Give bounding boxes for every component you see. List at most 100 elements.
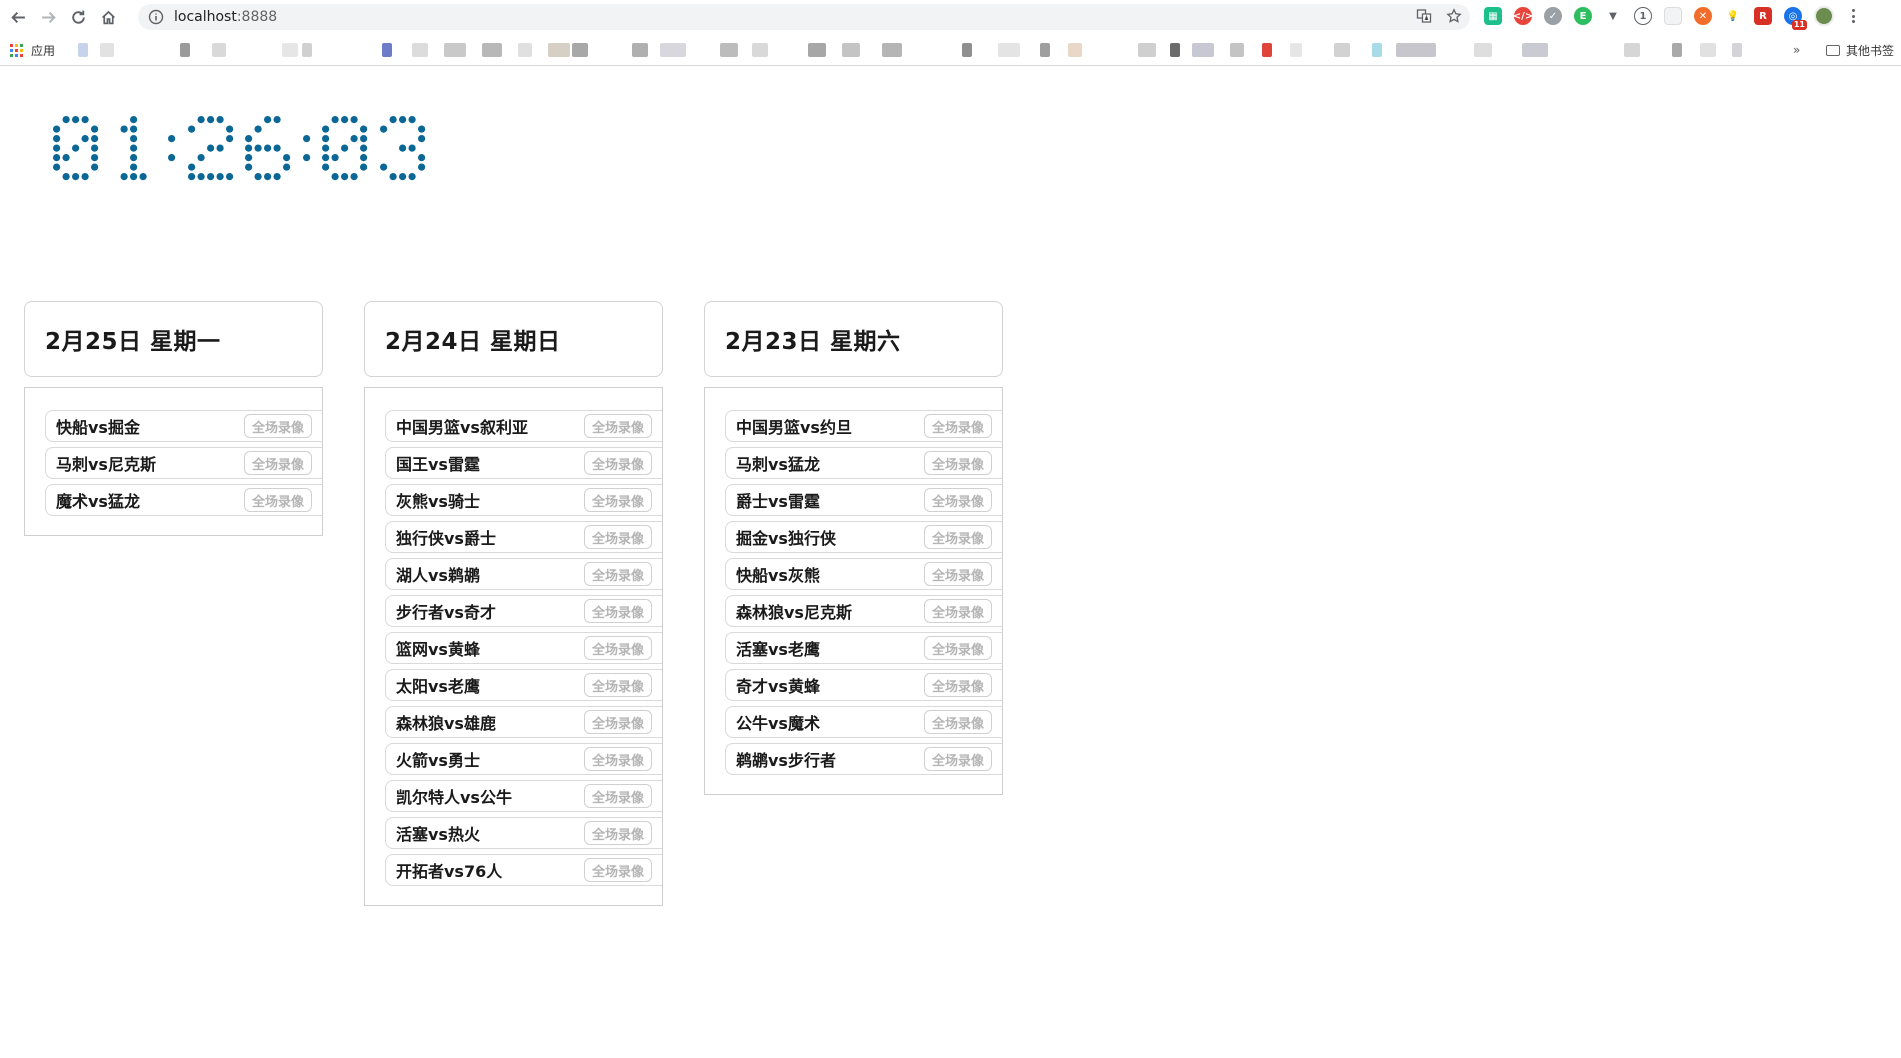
info-icon[interactable]	[148, 9, 164, 25]
full-replay-button[interactable]: 全场录像	[584, 599, 652, 623]
full-replay-button[interactable]: 全场录像	[244, 414, 312, 438]
bookmark-item[interactable]	[1372, 43, 1382, 57]
more-bookmarks-button[interactable]: »	[1793, 43, 1800, 57]
bookmark-item[interactable]	[572, 43, 588, 57]
grid-extension-icon[interactable]: ▦	[1484, 7, 1502, 25]
check-extension-icon[interactable]: ✓	[1544, 7, 1562, 25]
bookmark-item[interactable]	[1474, 43, 1492, 57]
full-replay-button[interactable]: 全场录像	[924, 599, 992, 623]
star-icon[interactable]	[1446, 8, 1462, 24]
home-button[interactable]	[96, 5, 120, 29]
full-replay-button[interactable]: 全场录像	[584, 488, 652, 512]
game-row[interactable]: 凯尔特人vs公牛 全场录像	[385, 780, 662, 812]
bookmark-item[interactable]	[1624, 43, 1640, 57]
full-replay-button[interactable]: 全场录像	[584, 784, 652, 808]
full-replay-button[interactable]: 全场录像	[584, 414, 652, 438]
game-row[interactable]: 开拓者vs76人 全场录像	[385, 854, 662, 886]
bookmark-item[interactable]	[1290, 43, 1302, 57]
one-extension-icon[interactable]: 1	[1634, 7, 1652, 25]
full-replay-button[interactable]: 全场录像	[924, 747, 992, 771]
game-row[interactable]: 掘金vs独行侠 全场录像	[725, 521, 1002, 553]
bookmark-item[interactable]	[548, 43, 570, 57]
bookmark-item[interactable]	[1192, 43, 1214, 57]
bookmark-item[interactable]	[1396, 43, 1436, 57]
game-row[interactable]: 太阳vs老鹰 全场录像	[385, 669, 662, 701]
game-row[interactable]: 奇才vs黄蜂 全场录像	[725, 669, 1002, 701]
game-row[interactable]: 灰熊vs骑士 全场录像	[385, 484, 662, 516]
puzzle-extension-icon[interactable]: R	[1754, 7, 1772, 25]
game-row[interactable]: 马刺vs尼克斯 全场录像	[45, 447, 322, 479]
full-replay-button[interactable]: 全场录像	[584, 525, 652, 549]
bookmark-item[interactable]	[100, 43, 114, 57]
full-replay-button[interactable]: 全场录像	[584, 562, 652, 586]
bookmark-item[interactable]	[1040, 43, 1050, 57]
bookmark-item[interactable]	[1068, 43, 1082, 57]
reload-button[interactable]	[66, 5, 90, 29]
game-row[interactable]: 快船vs掘金 全场录像	[45, 410, 322, 442]
menu-button[interactable]	[1846, 7, 1860, 25]
profile-avatar[interactable]	[1814, 6, 1834, 26]
full-replay-button[interactable]: 全场录像	[924, 525, 992, 549]
game-row[interactable]: 活塞vs热火 全场录像	[385, 817, 662, 849]
bookmark-item[interactable]	[1700, 43, 1716, 57]
game-row[interactable]: 公牛vs魔术 全场录像	[725, 706, 1002, 738]
game-row[interactable]: 中国男篮vs约旦 全场录像	[725, 410, 1002, 442]
bookmark-item[interactable]	[720, 43, 738, 57]
evernote-extension-icon[interactable]: E	[1574, 7, 1592, 25]
bookmark-item[interactable]	[1334, 43, 1350, 57]
full-replay-button[interactable]: 全场录像	[924, 710, 992, 734]
bookmark-item[interactable]	[962, 43, 972, 57]
full-replay-button[interactable]: 全场录像	[924, 636, 992, 660]
bookmark-item[interactable]	[518, 43, 532, 57]
full-replay-button[interactable]: 全场录像	[584, 821, 652, 845]
game-row[interactable]: 篮网vs黄蜂 全场录像	[385, 632, 662, 664]
game-row[interactable]: 湖人vs鹈鹕 全场录像	[385, 558, 662, 590]
full-replay-button[interactable]: 全场录像	[584, 673, 652, 697]
translate-icon[interactable]	[1416, 8, 1432, 24]
code-extension-icon[interactable]: </>	[1513, 7, 1533, 25]
full-replay-button[interactable]: 全场录像	[924, 451, 992, 475]
game-row[interactable]: 爵士vs雷霆 全场录像	[725, 484, 1002, 516]
forward-button[interactable]	[36, 5, 60, 29]
bookmark-item[interactable]	[882, 43, 902, 57]
apps-shortcut[interactable]: 应用	[10, 42, 55, 59]
address-bar[interactable]: localhost:8888	[138, 4, 1470, 30]
bookmark-item[interactable]	[632, 43, 648, 57]
bookmark-item[interactable]	[998, 43, 1020, 57]
bookmark-item[interactable]	[482, 43, 502, 57]
game-row[interactable]: 森林狼vs雄鹿 全场录像	[385, 706, 662, 738]
game-row[interactable]: 活塞vs老鹰 全场录像	[725, 632, 1002, 664]
full-replay-button[interactable]: 全场录像	[924, 673, 992, 697]
vue-extension-icon[interactable]: ▼	[1604, 7, 1622, 25]
game-row[interactable]: 快船vs灰熊 全场录像	[725, 558, 1002, 590]
bookmark-item[interactable]	[1170, 43, 1180, 57]
full-replay-button[interactable]: 全场录像	[584, 747, 652, 771]
full-replay-button[interactable]: 全场录像	[584, 858, 652, 882]
lightbulb-extension-icon[interactable]: 💡	[1724, 7, 1742, 25]
full-replay-button[interactable]: 全场录像	[584, 710, 652, 734]
back-button[interactable]	[6, 5, 30, 29]
game-row[interactable]: 鹈鹕vs步行者 全场录像	[725, 743, 1002, 775]
game-row[interactable]: 独行侠vs爵士 全场录像	[385, 521, 662, 553]
bookmark-item[interactable]	[1230, 43, 1244, 57]
full-replay-button[interactable]: 全场录像	[244, 488, 312, 512]
bookmark-item[interactable]	[382, 43, 392, 57]
bookmark-item[interactable]	[212, 43, 226, 57]
full-replay-button[interactable]: 全场录像	[924, 562, 992, 586]
full-replay-button[interactable]: 全场录像	[924, 414, 992, 438]
game-row[interactable]: 步行者vs奇才 全场录像	[385, 595, 662, 627]
full-replay-button[interactable]: 全场录像	[244, 451, 312, 475]
bookmark-item[interactable]	[302, 43, 312, 57]
full-replay-button[interactable]: 全场录像	[584, 636, 652, 660]
bookmark-item[interactable]	[752, 43, 768, 57]
bookmark-item[interactable]	[412, 43, 428, 57]
game-row[interactable]: 森林狼vs尼克斯 全场录像	[725, 595, 1002, 627]
bookmark-item[interactable]	[282, 43, 298, 57]
full-replay-button[interactable]: 全场录像	[584, 451, 652, 475]
globe-extension-icon[interactable]: ◎ 11	[1784, 7, 1807, 30]
game-row[interactable]: 中国男篮vs叙利亚 全场录像	[385, 410, 662, 442]
close-extension-icon[interactable]: ✕	[1694, 7, 1712, 25]
bookmark-item[interactable]	[1522, 43, 1548, 57]
blank-extension-icon[interactable]	[1664, 7, 1682, 25]
bookmark-item[interactable]	[1262, 43, 1272, 57]
